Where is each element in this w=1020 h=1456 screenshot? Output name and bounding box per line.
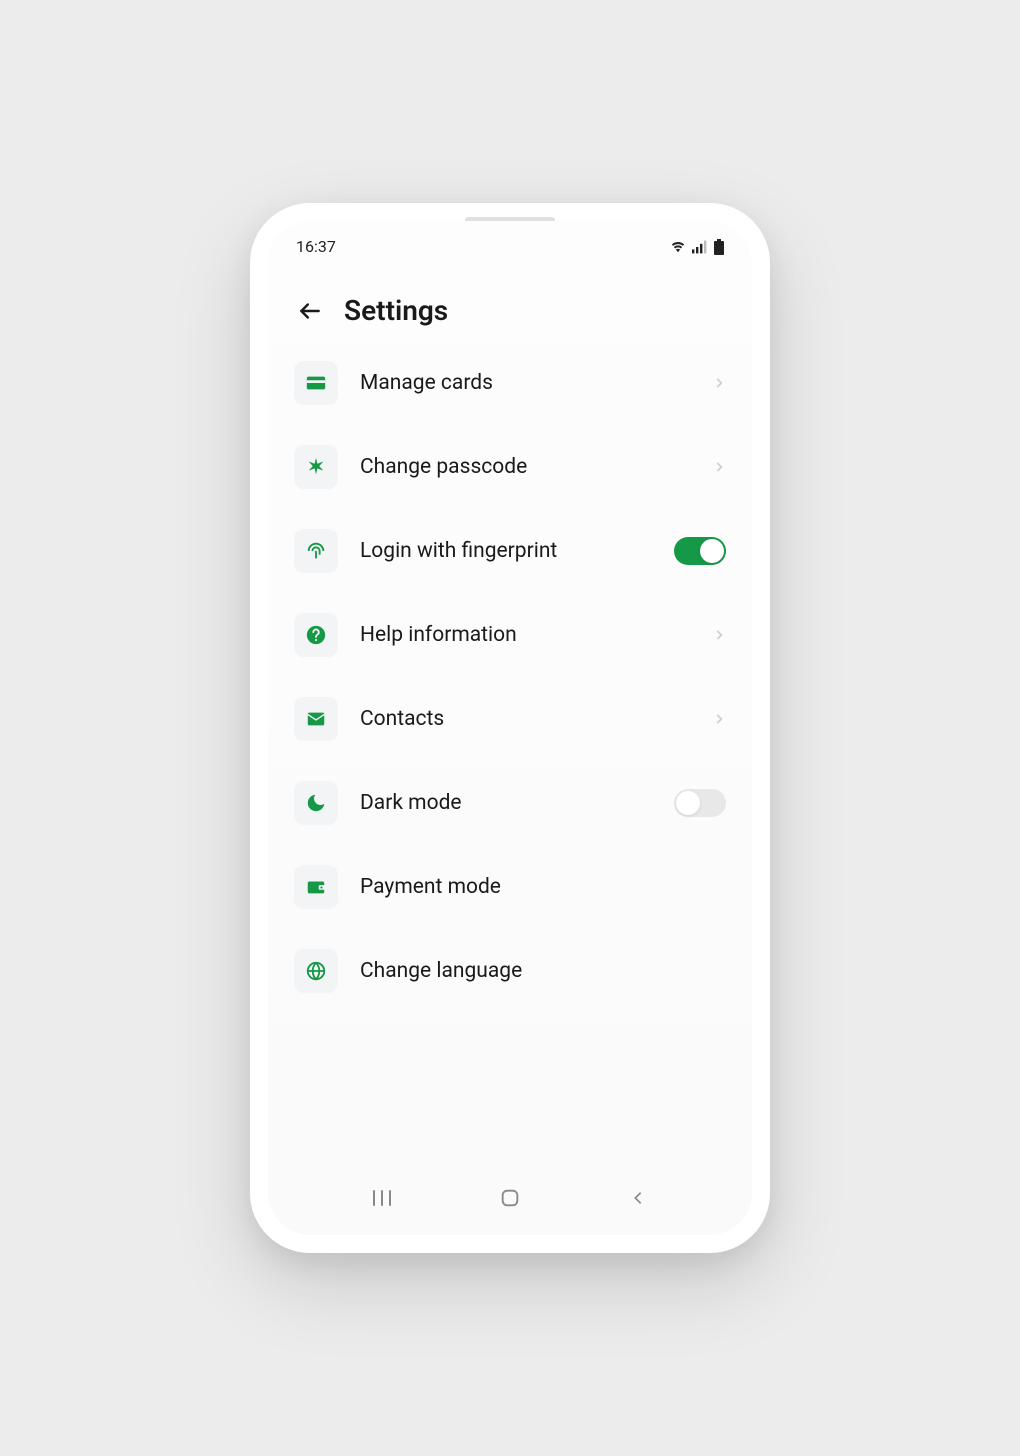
moon-icon bbox=[294, 781, 338, 825]
status-icons bbox=[670, 239, 724, 255]
setting-label: Manage cards bbox=[360, 371, 690, 395]
setting-help[interactable]: Help information bbox=[286, 611, 734, 659]
setting-label: Payment mode bbox=[360, 875, 726, 899]
setting-payment-mode[interactable]: Payment mode bbox=[286, 863, 734, 911]
setting-label: Dark mode bbox=[360, 791, 652, 815]
setting-contacts[interactable]: Contacts bbox=[286, 695, 734, 743]
home-icon bbox=[499, 1187, 521, 1209]
battery-icon bbox=[714, 239, 724, 255]
globe-icon bbox=[294, 949, 338, 993]
chevron-left-icon bbox=[630, 1190, 646, 1206]
toggle-knob bbox=[676, 791, 700, 815]
chevron-right-icon bbox=[712, 376, 726, 390]
toggle-knob bbox=[700, 539, 724, 563]
setting-fingerprint[interactable]: Login with fingerprint bbox=[286, 527, 734, 575]
settings-list: Manage cards Change passcode bbox=[268, 347, 752, 1163]
header: Settings bbox=[268, 264, 752, 347]
back-button[interactable] bbox=[296, 297, 324, 325]
dark-mode-toggle[interactable] bbox=[674, 789, 726, 817]
signal-icon bbox=[692, 240, 708, 254]
chevron-right-icon bbox=[712, 460, 726, 474]
android-nav-bar bbox=[268, 1163, 752, 1235]
setting-label: Change language bbox=[360, 959, 726, 983]
phone-screen: 16:37 Settings bbox=[268, 221, 752, 1235]
setting-change-language[interactable]: Change language bbox=[286, 947, 734, 995]
home-button[interactable] bbox=[490, 1183, 530, 1213]
setting-manage-cards[interactable]: Manage cards bbox=[286, 359, 734, 407]
setting-label: Contacts bbox=[360, 707, 690, 731]
setting-label: Login with fingerprint bbox=[360, 539, 652, 563]
wifi-icon bbox=[670, 240, 686, 254]
wallet-icon bbox=[294, 865, 338, 909]
setting-dark-mode[interactable]: Dark mode bbox=[286, 779, 734, 827]
mail-icon bbox=[294, 697, 338, 741]
fingerprint-toggle[interactable] bbox=[674, 537, 726, 565]
help-icon bbox=[294, 613, 338, 657]
phone-frame: 16:37 Settings bbox=[250, 203, 770, 1253]
chevron-right-icon bbox=[712, 628, 726, 642]
recents-button[interactable] bbox=[362, 1183, 402, 1213]
back-nav-button[interactable] bbox=[618, 1183, 658, 1213]
fingerprint-icon bbox=[294, 529, 338, 573]
status-time: 16:37 bbox=[296, 237, 336, 256]
recents-icon bbox=[371, 1189, 393, 1207]
chevron-right-icon bbox=[712, 712, 726, 726]
setting-label: Help information bbox=[360, 623, 690, 647]
page-title: Settings bbox=[344, 294, 448, 327]
arrow-left-icon bbox=[297, 298, 323, 324]
setting-label: Change passcode bbox=[360, 455, 690, 479]
asterisk-icon bbox=[294, 445, 338, 489]
setting-change-passcode[interactable]: Change passcode bbox=[286, 443, 734, 491]
status-bar: 16:37 bbox=[268, 221, 752, 264]
card-icon bbox=[294, 361, 338, 405]
